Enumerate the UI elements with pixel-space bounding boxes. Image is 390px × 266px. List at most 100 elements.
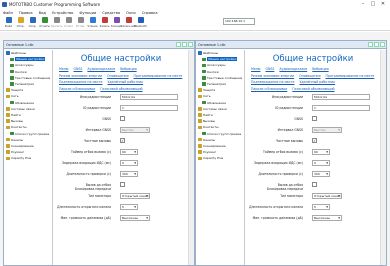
menu-item[interactable]: Устройство bbox=[52, 11, 73, 15]
tree-item-label: Защита bbox=[11, 88, 24, 93]
dropdown-select[interactable]: 60 bbox=[312, 149, 330, 155]
menu-item[interactable]: Правка bbox=[19, 11, 33, 15]
tree-item[interactable]: Capacity Plus bbox=[4, 155, 52, 161]
form-label: GNSS bbox=[294, 117, 303, 121]
window-maximize-button[interactable] bbox=[182, 42, 187, 47]
dropdown-select[interactable]: Выключен bbox=[312, 215, 342, 221]
toolbar-button[interactable]: Запись вкл bbox=[121, 16, 136, 31]
form-control: 60 bbox=[120, 149, 138, 155]
form-control: ✓ bbox=[120, 138, 125, 143]
dropdown-select[interactable]: 0 bbox=[312, 160, 330, 166]
codeplug-window-right: Основные 1.ctb Шаблоны Общие настройки Аксе… bbox=[195, 40, 387, 266]
window-minimize-button[interactable] bbox=[368, 42, 373, 47]
title-bar: MOTOTRBO Customer Programming Software –… bbox=[0, 0, 390, 9]
toolbar-button[interactable]: Bluetooth bbox=[134, 16, 147, 31]
section-link[interactable]: Пароли и блокировки bbox=[251, 87, 287, 94]
toolbar-button[interactable]: Удалить bbox=[51, 16, 62, 31]
toolbar-button-icon bbox=[113, 17, 120, 23]
dropdown-select[interactable]: Открытый канал bbox=[120, 193, 150, 199]
tree-node-icon bbox=[6, 137, 10, 142]
dropdown-select[interactable]: Выключен bbox=[120, 215, 150, 221]
page-title: Общие настройки bbox=[272, 54, 354, 64]
text-input[interactable]: Motorola bbox=[120, 94, 178, 100]
checkbox[interactable] bbox=[312, 182, 317, 187]
maximize-button[interactable]: □ bbox=[368, 0, 378, 9]
toolbar-button[interactable]: Сохр. bbox=[27, 16, 38, 31]
dropdown-select[interactable]: 60 bbox=[120, 149, 138, 155]
menu-item[interactable]: Справка bbox=[142, 11, 158, 15]
document-window-titlebar: Основные 1.ctb bbox=[196, 41, 386, 49]
text-input[interactable]: 1 bbox=[312, 105, 370, 111]
checkbox[interactable] bbox=[120, 116, 125, 121]
window-close-button[interactable] bbox=[380, 42, 385, 47]
tree-node-icon bbox=[198, 107, 202, 111]
tree-node-icon bbox=[10, 76, 14, 80]
section-link[interactable]: Голосовой объявляющий bbox=[100, 87, 142, 94]
toolbar-button-label: Копия bbox=[64, 24, 73, 28]
form-label: Длительность открытого канала bbox=[57, 205, 111, 209]
form-control: 0 bbox=[312, 160, 330, 166]
checkbox[interactable] bbox=[120, 182, 125, 187]
dropdown-select[interactable]: 300 bbox=[120, 171, 138, 177]
window-minimize-button[interactable] bbox=[176, 42, 181, 47]
section-link[interactable]: Голосовой объявляющий bbox=[292, 87, 334, 94]
form-row: Задержка входящих ИДС (мс) 0 bbox=[54, 160, 188, 167]
tree-item-label: Capacity Plus bbox=[11, 156, 32, 161]
checkbox[interactable] bbox=[312, 116, 317, 121]
text-input[interactable]: 1 bbox=[120, 105, 178, 111]
minimize-button[interactable]: – bbox=[358, 0, 368, 9]
menu-item[interactable]: Функции bbox=[79, 11, 96, 15]
dropdown-select[interactable]: Быстро bbox=[312, 127, 342, 133]
toolbar-button-icon bbox=[137, 17, 144, 23]
app-title: MOTOTRBO Customer Programming Software bbox=[9, 2, 101, 7]
dropdown-select[interactable]: 5 bbox=[120, 204, 138, 210]
dropdown-select[interactable]: 300 bbox=[312, 171, 330, 177]
dropdown-select[interactable]: 5 bbox=[312, 204, 330, 210]
tree-item-label: Вызовы bbox=[203, 119, 215, 124]
checkbox[interactable]: ✓ bbox=[312, 138, 317, 143]
menu-item[interactable]: Окно bbox=[126, 11, 136, 15]
tree-node-icon bbox=[6, 113, 10, 117]
close-button[interactable]: ✕ bbox=[378, 0, 388, 9]
text-input[interactable]: Motorola bbox=[312, 94, 370, 100]
tree-item-label: Текстовые сообщения bbox=[207, 75, 243, 80]
toolbar-button[interactable]: Копия bbox=[63, 16, 74, 31]
toolbar-button[interactable]: Запись bbox=[99, 16, 110, 31]
toolbar-button[interactable]: Файл bbox=[3, 16, 14, 31]
form-label: Интервал GNSS bbox=[277, 128, 303, 132]
form-row: GNSS bbox=[246, 116, 380, 123]
toolbar-button-label: Сохр. bbox=[28, 24, 37, 28]
dropdown-select[interactable]: Открытый канал bbox=[312, 193, 342, 199]
vertical-scrollbar[interactable] bbox=[380, 50, 386, 265]
form-control: 300 bbox=[120, 171, 138, 177]
window-maximize-button[interactable] bbox=[374, 42, 379, 47]
toolbar-button-label: Отчеты bbox=[39, 24, 50, 28]
toolbar-button[interactable]: Откр. bbox=[15, 16, 26, 31]
toolbar-button[interactable]: Чтение bbox=[87, 16, 98, 31]
tree-node-icon bbox=[10, 82, 14, 86]
toolbar-button-icon bbox=[77, 17, 84, 23]
tree-node-icon bbox=[202, 82, 206, 86]
checkbox[interactable]: ✓ bbox=[120, 138, 125, 143]
form-control: Открытый канал bbox=[120, 193, 150, 199]
device-select[interactable]: 192.168.10.1 bbox=[223, 18, 255, 25]
settings-panel: Общие настройки Меню GNSS Аудиоподсказки Виб… bbox=[246, 50, 380, 265]
vertical-scrollbar[interactable] bbox=[188, 50, 194, 265]
form-control: Motorola bbox=[312, 94, 370, 100]
form-label: Тип монитора bbox=[88, 194, 111, 198]
menu-item[interactable]: Файл bbox=[3, 11, 13, 15]
menu-item[interactable]: Вид bbox=[39, 11, 46, 15]
dropdown-select[interactable]: Быстро bbox=[120, 127, 150, 133]
tree-item[interactable]: Capacity Plus bbox=[196, 155, 244, 161]
menu-item[interactable]: Средства bbox=[102, 11, 120, 15]
form-row: Мин. громкость динамика (дБ) Выключен bbox=[54, 215, 188, 222]
dropdown-select[interactable]: 0 bbox=[120, 160, 138, 166]
toolbar-button[interactable]: Встав. bbox=[75, 16, 86, 31]
form-control bbox=[120, 116, 125, 121]
window-close-button[interactable] bbox=[188, 42, 193, 47]
section-link[interactable]: Пароли и блокировки bbox=[59, 87, 95, 94]
form-row: Длительность проверки (с) 300 bbox=[246, 171, 380, 178]
toolbar-button[interactable]: Отчеты bbox=[39, 16, 50, 31]
codeplug-window-left: Основные 1.ctb Шаблоны Общие настройки Аксе… bbox=[3, 40, 195, 266]
form-control: 5 bbox=[312, 204, 330, 210]
